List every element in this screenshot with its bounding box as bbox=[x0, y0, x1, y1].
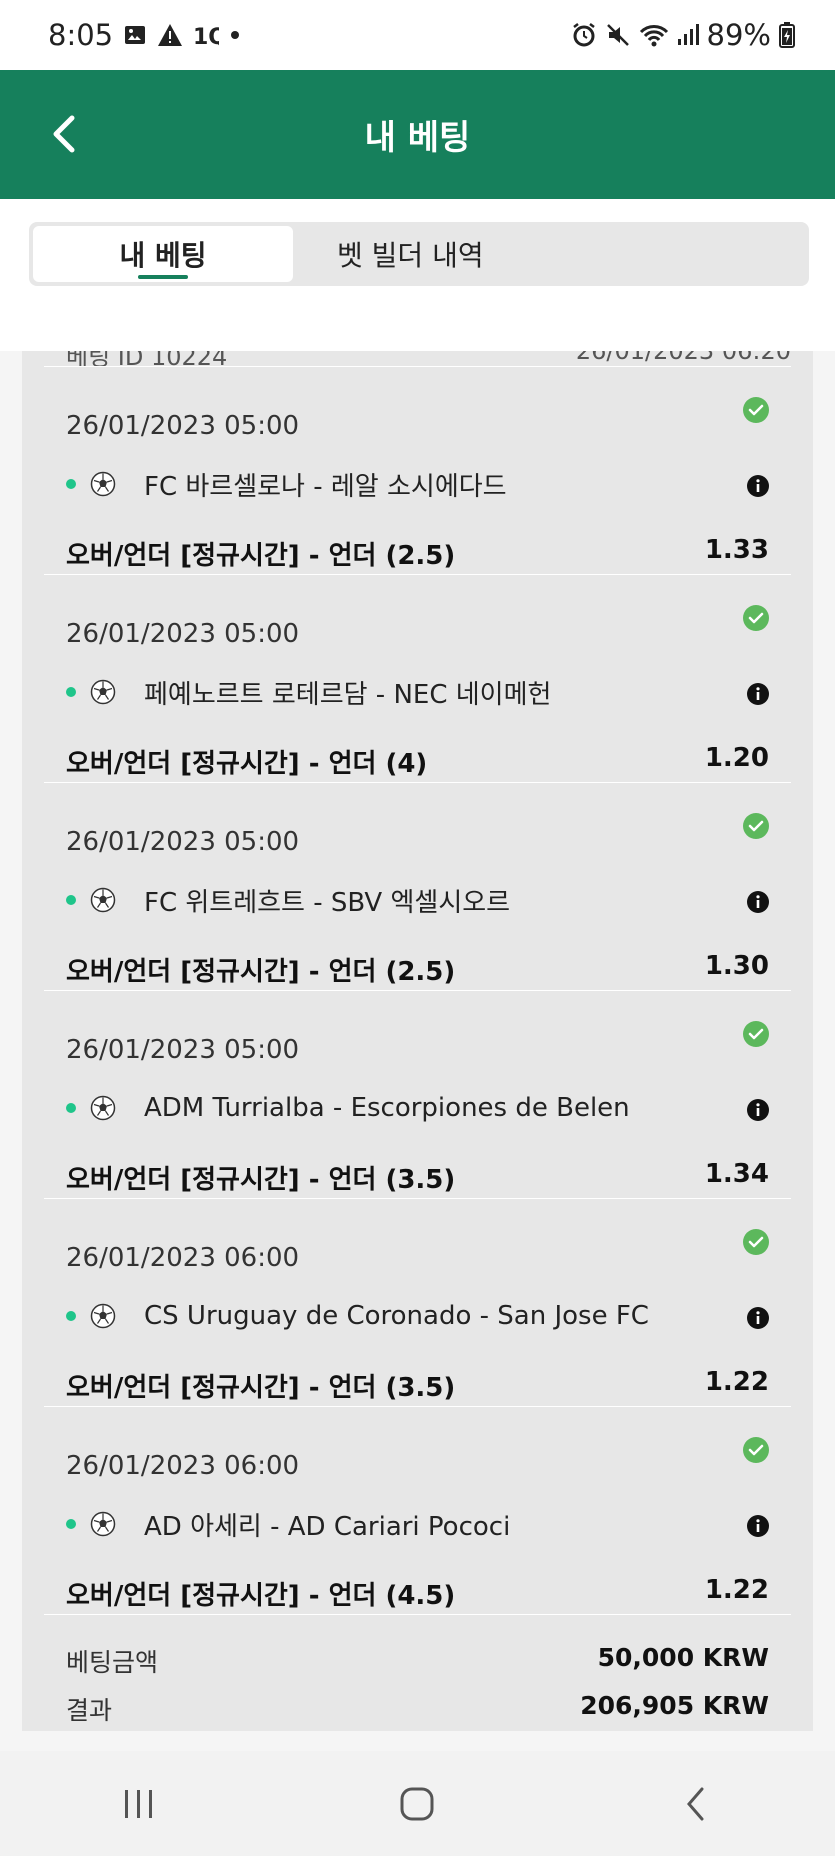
match-name: AD 아세리 - AD Cariari Pococi bbox=[144, 1511, 511, 1542]
bet-date: 26/01/2023 05:00 bbox=[66, 619, 300, 649]
check-circle-icon bbox=[743, 1229, 769, 1255]
bet-date: 26/01/2023 05:00 bbox=[66, 827, 300, 857]
soccer-ball-icon bbox=[90, 1511, 116, 1537]
warning-icon bbox=[157, 23, 183, 47]
check-circle-icon bbox=[743, 605, 769, 631]
svg-text:1Q: 1Q bbox=[193, 25, 219, 47]
bet-market: 오버/언더 [정규시간] - 언더 (2.5) bbox=[66, 957, 456, 987]
battery-icon bbox=[779, 22, 795, 48]
soccer-ball-icon bbox=[90, 1095, 116, 1121]
bet-selection: 26/01/2023 06:00 AD 아세리 - AD Cariari Poc… bbox=[44, 1407, 791, 1615]
bet-selection: 26/01/2023 05:00 FC 위트레흐트 - SBV 엑셀시오르 오버… bbox=[44, 783, 791, 991]
alarm-icon bbox=[571, 22, 597, 48]
bet-date: 26/01/2023 06:00 bbox=[66, 1243, 300, 1273]
bet-odds: 1.22 bbox=[704, 1367, 769, 1397]
live-dot-icon bbox=[66, 687, 76, 697]
bet-market: 오버/언더 [정규시간] - 언더 (3.5) bbox=[66, 1373, 456, 1403]
info-icon[interactable] bbox=[747, 891, 769, 913]
match-row: FC 바르셀로나 - 레알 소시에다드 bbox=[66, 467, 507, 502]
match-row: 페예노르트 로테르담 - NEC 네이메헌 bbox=[66, 675, 552, 710]
chevron-left-icon bbox=[53, 115, 75, 153]
bet-date: 26/01/2023 06:00 bbox=[66, 1451, 300, 1481]
match-name: FC 바르셀로나 - 레알 소시에다드 bbox=[144, 471, 507, 502]
bet-market: 오버/언더 [정규시간] - 언더 (4.5) bbox=[66, 1581, 456, 1611]
match-name: CS Uruguay de Coronado - San Jose FC bbox=[144, 1301, 649, 1331]
tabs-area: 내 베팅 벳 빌더 내역 bbox=[0, 199, 835, 351]
result-value: 206,905 KRW bbox=[580, 1691, 769, 1720]
signal-icon bbox=[677, 23, 699, 47]
info-icon[interactable] bbox=[747, 475, 769, 497]
wifi-icon bbox=[639, 22, 669, 48]
check-circle-icon bbox=[743, 1021, 769, 1047]
clock: 8:05 bbox=[48, 18, 114, 52]
bet-date: 26/01/2023 05:00 bbox=[66, 411, 300, 441]
bet-slip-header: 베팅 ID 10224 26/01/2023 06:20 bbox=[44, 351, 791, 367]
home-button[interactable] bbox=[387, 1774, 447, 1834]
info-icon[interactable] bbox=[747, 1099, 769, 1121]
soccer-ball-icon bbox=[90, 1303, 116, 1329]
soccer-ball-icon bbox=[90, 471, 116, 497]
bet-selection: 26/01/2023 06:00 CS Uruguay de Coronado … bbox=[44, 1199, 791, 1407]
bet-id: 베팅 ID 10224 bbox=[66, 351, 228, 367]
bet-odds: 1.34 bbox=[704, 1159, 769, 1189]
info-icon[interactable] bbox=[747, 1307, 769, 1329]
tab-bar: 내 베팅 벳 빌더 내역 bbox=[29, 222, 809, 286]
match-name: ADM Turrialba - Escorpiones de Belen bbox=[144, 1093, 630, 1123]
dot-icon bbox=[229, 29, 241, 41]
recents-button[interactable] bbox=[109, 1774, 169, 1834]
bet-placed-time: 26/01/2023 06:20 bbox=[575, 351, 791, 365]
bet-market: 오버/언더 [정규시간] - 언더 (2.5) bbox=[66, 541, 456, 571]
soccer-ball-icon bbox=[90, 887, 116, 913]
bet-summary: 베팅금액 50,000 KRW 결과 206,905 KRW bbox=[44, 1615, 791, 1731]
match-name: FC 위트레흐트 - SBV 엑셀시오르 bbox=[144, 887, 511, 918]
mute-icon bbox=[605, 22, 631, 48]
result-label: 결과 bbox=[66, 1696, 113, 1725]
tab-my-bets[interactable]: 내 베팅 bbox=[33, 226, 293, 282]
soccer-ball-icon bbox=[90, 679, 116, 705]
live-dot-icon bbox=[66, 895, 76, 905]
recents-icon bbox=[125, 1789, 153, 1818]
bet-selection: 26/01/2023 05:00 FC 바르셀로나 - 레알 소시에다드 오버/… bbox=[44, 367, 791, 575]
live-dot-icon bbox=[66, 1311, 76, 1321]
bet-market: 오버/언더 [정규시간] - 언더 (3.5) bbox=[66, 1165, 456, 1195]
live-dot-icon bbox=[66, 479, 76, 489]
tab-bet-builder-history[interactable]: 벳 빌더 내역 bbox=[293, 226, 805, 282]
check-circle-icon bbox=[743, 397, 769, 423]
info-icon[interactable] bbox=[747, 1515, 769, 1537]
bet-date: 26/01/2023 05:00 bbox=[66, 1035, 300, 1065]
match-row: ADM Turrialba - Escorpiones de Belen bbox=[66, 1091, 630, 1125]
bet-selection: 26/01/2023 05:00 ADM Turrialba - Escorpi… bbox=[44, 991, 791, 1199]
bet-odds: 1.20 bbox=[704, 743, 769, 773]
bet-odds: 1.22 bbox=[704, 1575, 769, 1605]
home-icon bbox=[400, 1787, 434, 1820]
check-circle-icon bbox=[743, 813, 769, 839]
system-nav-bar bbox=[0, 1751, 835, 1856]
bet-slip-panel[interactable]: 베팅 ID 10224 26/01/2023 06:20 26/01/2023 … bbox=[22, 351, 813, 1731]
check-circle-icon bbox=[743, 1437, 769, 1463]
bet-market: 오버/언더 [정규시간] - 언더 (4) bbox=[66, 749, 428, 779]
match-row: FC 위트레흐트 - SBV 엑셀시오르 bbox=[66, 883, 511, 918]
info-icon[interactable] bbox=[747, 683, 769, 705]
bet-odds: 1.33 bbox=[704, 535, 769, 565]
stake-value: 50,000 KRW bbox=[597, 1643, 769, 1672]
back-button[interactable] bbox=[44, 114, 84, 154]
bet-odds: 1.30 bbox=[704, 951, 769, 981]
page-title: 내 베팅 bbox=[364, 118, 471, 158]
match-name: 페예노르트 로테르담 - NEC 네이메헌 bbox=[144, 679, 552, 710]
battery-percent: 89% bbox=[706, 18, 771, 52]
back-icon bbox=[686, 1787, 704, 1820]
carrier-icon: 1Q bbox=[193, 23, 219, 47]
nav-back-button[interactable] bbox=[666, 1774, 726, 1834]
match-row: AD 아세리 - AD Cariari Pococi bbox=[66, 1507, 511, 1542]
image-icon bbox=[123, 23, 147, 47]
status-bar: 8:05 1Q 89% bbox=[0, 0, 835, 70]
live-dot-icon bbox=[66, 1103, 76, 1113]
bet-selection: 26/01/2023 05:00 페예노르트 로테르담 - NEC 네이메헌 오… bbox=[44, 575, 791, 783]
stake-label: 베팅금액 bbox=[66, 1648, 159, 1677]
app-bar: 내 베팅 bbox=[0, 70, 835, 199]
match-row: CS Uruguay de Coronado - San Jose FC bbox=[66, 1299, 649, 1333]
live-dot-icon bbox=[66, 1519, 76, 1529]
